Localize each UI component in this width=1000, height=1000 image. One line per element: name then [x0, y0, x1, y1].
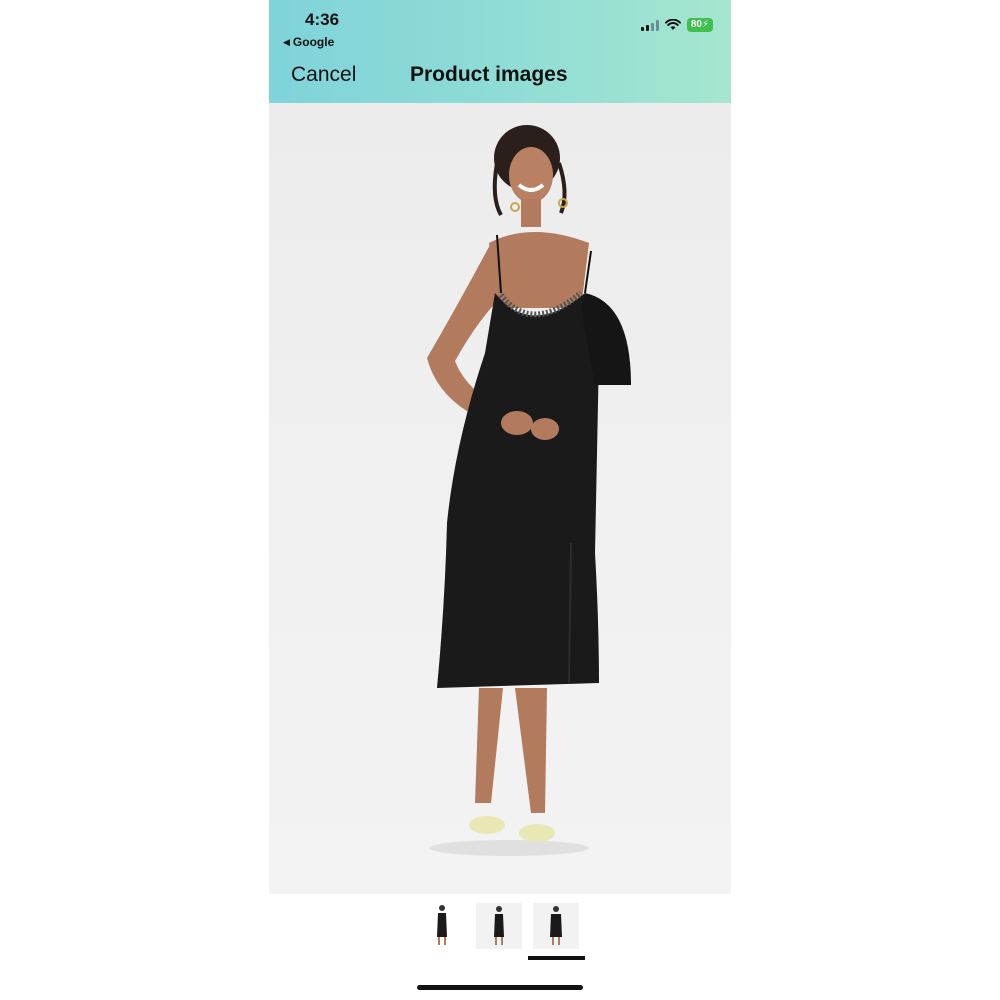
- model-in-black-dress-image: [427, 125, 631, 856]
- back-to-app-link[interactable]: ◀ Google: [283, 35, 334, 49]
- thumbnail-2-image: [494, 906, 504, 945]
- thumbnail-3-selected[interactable]: [533, 903, 579, 949]
- thumbnail-2[interactable]: [476, 903, 522, 949]
- product-image-main[interactable]: [269, 103, 731, 894]
- back-triangle-icon: ◀: [283, 36, 290, 47]
- nav-row: Cancel Product images: [269, 60, 731, 94]
- cancel-button[interactable]: Cancel: [291, 63, 356, 87]
- thumbnail-3-image: [550, 906, 562, 945]
- home-indicator[interactable]: [417, 985, 583, 990]
- status-time: 4:36: [305, 10, 340, 29]
- charging-bolt-icon: ⚡: [701, 19, 709, 30]
- page-title: Product images: [410, 63, 568, 86]
- back-app-label: Google: [292, 35, 335, 49]
- battery-level: 80: [690, 19, 702, 30]
- phone-screen: 4:36 ◀ Google 80⚡ Cancel Product images: [269, 0, 731, 1000]
- thumbnail-1[interactable]: [419, 903, 465, 949]
- wifi-icon: [664, 19, 681, 30]
- thumbnail-strip: [269, 900, 731, 960]
- status-icons: 80⚡: [640, 18, 713, 32]
- cellular-signal-icon: [640, 19, 659, 31]
- battery-icon: 80⚡: [686, 18, 713, 32]
- header-bar: 4:36 ◀ Google 80⚡ Cancel Product images: [269, 0, 731, 103]
- selected-thumbnail-indicator: [528, 956, 585, 960]
- thumbnail-1-image: [437, 905, 447, 945]
